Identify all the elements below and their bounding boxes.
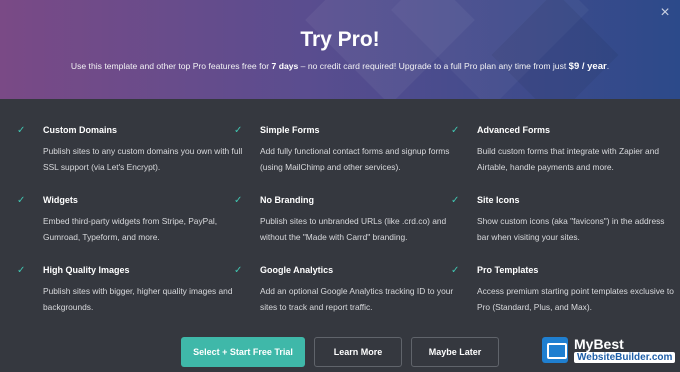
feature-title: Site Icons	[477, 195, 520, 205]
feature-title: Pro Templates	[477, 265, 539, 275]
feature-widgets: ✓ Widgets Embed third-party widgets from…	[17, 195, 243, 245]
learn-more-button[interactable]: Learn More	[314, 337, 402, 367]
monitor-icon	[542, 337, 568, 363]
check-icon: ✓	[451, 195, 460, 206]
subtitle-text-end: .	[606, 61, 610, 71]
maybe-later-button[interactable]: Maybe Later	[411, 337, 499, 367]
feature-title: Widgets	[43, 195, 78, 205]
feature-advanced-forms: ✓ Advanced Forms Build custom forms that…	[451, 125, 677, 175]
feature-description: Embed third-party widgets from Stripe, P…	[43, 216, 218, 242]
dialog-header: × Try Pro! Use this template and other t…	[0, 0, 680, 99]
feature-custom-domains: ✓ Custom Domains Publish sites to any cu…	[17, 125, 243, 175]
check-icon: ✓	[451, 265, 460, 276]
check-icon: ✓	[17, 265, 26, 276]
feature-description: Add an optional Google Analytics trackin…	[260, 286, 454, 312]
check-icon: ✓	[17, 195, 26, 206]
feature-title: Advanced Forms	[477, 125, 551, 135]
close-icon[interactable]: ×	[656, 4, 674, 22]
feature-description: Publish sites to any custom domains you …	[43, 146, 243, 172]
feature-high-quality-images: ✓ High Quality Images Publish sites with…	[17, 265, 243, 315]
feature-google-analytics: ✓ Google Analytics Add an optional Googl…	[234, 265, 460, 315]
watermark-logo: MyBest WebsiteBuilder.com	[538, 334, 676, 366]
start-free-trial-button[interactable]: Select + Start Free Trial	[181, 337, 305, 367]
feature-title: Simple Forms	[260, 125, 320, 135]
subtitle-text-middle: – no credit card required! Upgrade to a …	[298, 61, 569, 71]
feature-description: Access premium starting point templates …	[477, 286, 674, 312]
feature-description: Add fully functional contact forms and s…	[260, 146, 450, 172]
feature-title: Google Analytics	[260, 265, 334, 275]
check-icon: ✓	[234, 195, 243, 206]
dialog-title: Try Pro!	[300, 28, 380, 51]
check-icon: ✓	[234, 125, 243, 136]
feature-description: Build custom forms that integrate with Z…	[477, 146, 660, 172]
feature-description: Publish sites to unbranded URLs (like .c…	[260, 216, 447, 242]
check-icon: ✓	[451, 125, 460, 136]
check-icon: ✓	[17, 125, 26, 136]
feature-description: Publish sites with bigger, higher qualit…	[43, 286, 233, 312]
feature-description: Show custom icons (aka "favicons") in th…	[477, 216, 665, 242]
subtitle-text-before: Use this template and other top Pro feat…	[70, 61, 272, 71]
watermark-line2: WebsiteBuilder.com	[574, 352, 676, 363]
subtitle-price: $9 / year	[568, 61, 607, 72]
feature-pro-templates: ✓ Pro Templates Access premium starting …	[451, 265, 677, 315]
feature-site-icons: ✓ Site Icons Show custom icons (aka "fav…	[451, 195, 677, 245]
subtitle-days: 7 days	[271, 61, 299, 71]
feature-title: No Branding	[260, 195, 314, 205]
check-icon: ✓	[234, 265, 243, 276]
feature-title: Custom Domains	[43, 125, 118, 135]
feature-title: High Quality Images	[43, 265, 130, 275]
watermark-line1: MyBest	[574, 336, 624, 352]
dialog-subtitle: Use this template and other top Pro feat…	[0, 61, 680, 72]
feature-no-branding: ✓ No Branding Publish sites to unbranded…	[234, 195, 460, 245]
feature-simple-forms: ✓ Simple Forms Add fully functional cont…	[234, 125, 460, 175]
